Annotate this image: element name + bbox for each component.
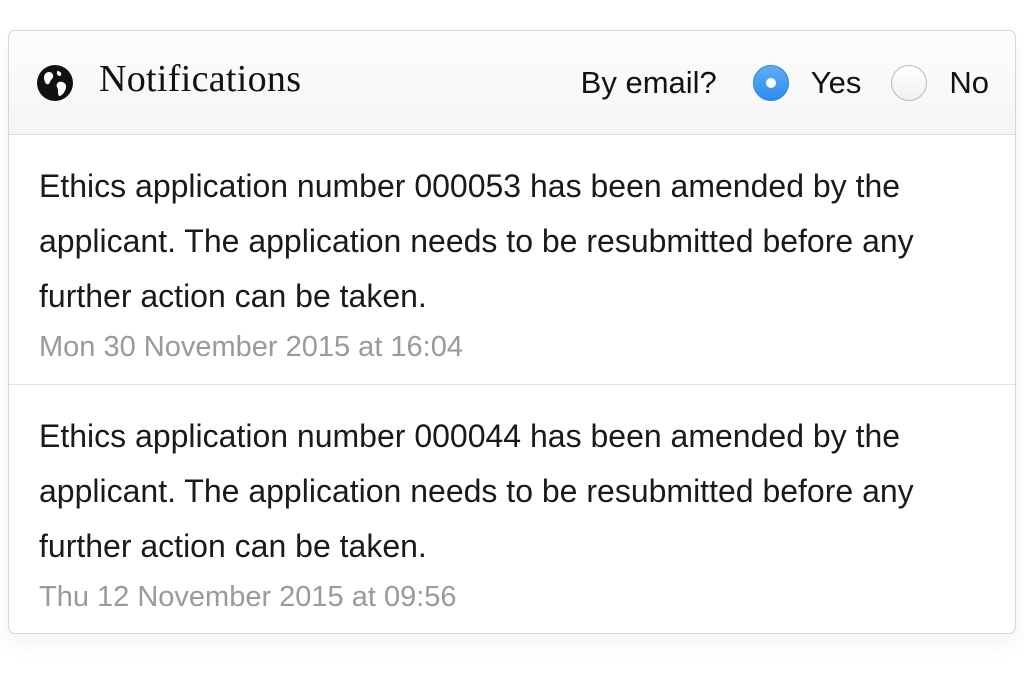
- notification-message: Ethics application number 000044 has bee…: [39, 418, 914, 564]
- notification-item: Ethics application number 000044 has bee…: [9, 384, 1015, 633]
- notifications-panel: Notifications By email? Yes No Ethics ap…: [8, 30, 1016, 634]
- panel-header: Notifications By email? Yes No: [9, 31, 1015, 135]
- globe-icon: [37, 65, 73, 101]
- email-no-label[interactable]: No: [949, 65, 989, 101]
- notification-item: Ethics application number 000053 has bee…: [9, 135, 1015, 384]
- email-question-label: By email?: [580, 65, 717, 100]
- notification-message: Ethics application number 000053 has bee…: [39, 168, 914, 314]
- email-preference: By email? Yes No: [581, 31, 989, 135]
- notification-timestamp: Mon 30 November 2015 at 16:04: [39, 331, 463, 363]
- email-yes-label[interactable]: Yes: [811, 65, 862, 101]
- email-yes-radio[interactable]: [752, 65, 789, 101]
- email-no-radio[interactable]: [891, 65, 928, 101]
- panel-title: Notifications: [99, 58, 302, 100]
- notification-timestamp: Thu 12 November 2015 at 09:56: [39, 581, 457, 613]
